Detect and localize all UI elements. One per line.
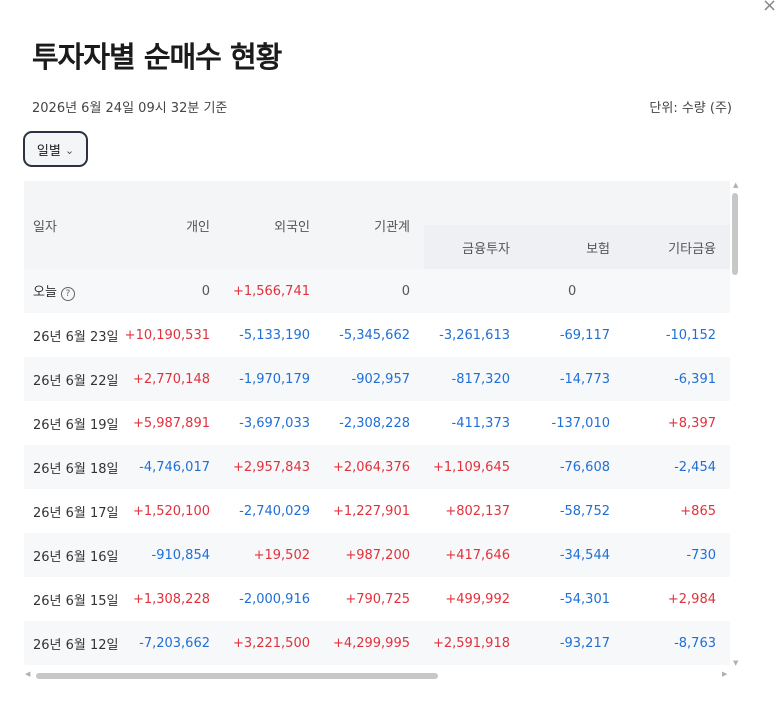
investor-net-buy-table: 일자 개인 외국인 기관계 금융투자 보험 기타금융 오늘? 0 +1,566,… (24, 181, 730, 665)
cell-foreign: -2,740,029 (239, 503, 310, 519)
today-institution: 0 (324, 269, 424, 313)
cell-other-finance: +8,397 (667, 415, 716, 431)
cell-financial-investment: -3,261,613 (439, 327, 510, 343)
help-circle-icon[interactable]: ? (60, 287, 75, 301)
scroll-right-arrow-icon[interactable]: ▶ (722, 671, 727, 678)
cell-individual: +5,987,891 (132, 415, 210, 431)
col-header-institution: 기관계 (324, 181, 424, 269)
cell-other-finance: -730 (624, 533, 730, 577)
timestamp-text: 2026년 6월 24일 09시 32분 기준 (32, 101, 228, 116)
cell-date: 26년 6월 17일 (33, 505, 119, 521)
table-row-today: 오늘? 0 +1,566,741 0 0 (24, 269, 730, 313)
cell-other-finance: -6,391 (624, 357, 730, 401)
cell-other-finance: +2,984 (667, 591, 716, 607)
cell-institution: +987,200 (324, 533, 424, 577)
vertical-scrollbar-thumb[interactable] (732, 193, 738, 275)
close-icon[interactable]: × (762, 0, 776, 15)
scroll-left-arrow-icon[interactable]: ◀ (25, 671, 30, 678)
cell-financial-investment: +2,591,918 (424, 621, 524, 665)
table-row: 26년 6월 23일 +10,190,531 -5,133,190 -5,345,66… (24, 313, 730, 357)
cell-individual: +10,190,531 (124, 327, 210, 343)
cell-date: 26년 6월 18일 (24, 445, 124, 489)
cell-institution: -2,308,228 (339, 415, 410, 431)
table-row: 26년 6월 12일 -7,203,662 +3,221,500 +4,299,995… (24, 621, 730, 665)
table-row: 26년 6월 19일 +5,987,891 -3,697,033 -2,308,228… (24, 401, 730, 445)
page-title: 투자자별 순매수 현황 (32, 40, 282, 74)
table-row: 26년 6월 17일 +1,520,100 -2,740,029 +1,227,901… (24, 489, 730, 533)
cell-date: 26년 6월 23일 (33, 329, 119, 345)
today-foreign: +1,566,741 (224, 269, 324, 313)
cell-financial-investment: -817,320 (424, 357, 524, 401)
col-header-individual: 개인 (124, 181, 224, 269)
period-dropdown-label: 일별 (36, 143, 61, 159)
cell-financial-investment: +1,109,645 (424, 445, 524, 489)
cell-institution: +1,227,901 (332, 503, 410, 519)
cell-foreign: +2,957,843 (224, 445, 324, 489)
cell-insurance: -54,301 (559, 591, 610, 607)
cell-date: 26년 6월 16일 (24, 533, 124, 577)
col-header-other-finance: 기타금융 (624, 225, 730, 269)
today-individual: 0 (124, 269, 224, 313)
cell-insurance: -14,773 (524, 357, 624, 401)
col-header-date: 일자 (24, 181, 124, 269)
cell-date: 26년 6월 19일 (33, 417, 119, 433)
cell-financial-investment: +802,137 (445, 503, 510, 519)
horizontal-scrollbar-thumb[interactable] (36, 673, 438, 679)
cell-date: 26년 6월 15일 (33, 593, 119, 609)
cell-insurance: -76,608 (524, 445, 624, 489)
col-header-financial-investment: 금융투자 (424, 225, 524, 269)
cell-foreign: -2,000,916 (239, 591, 310, 607)
cell-foreign: -1,970,179 (224, 357, 324, 401)
cell-date: 26년 6월 22일 (24, 357, 124, 401)
period-dropdown[interactable]: 일별 ⌄ (23, 131, 88, 167)
cell-individual: +1,308,228 (132, 591, 210, 607)
cell-insurance: -69,117 (559, 327, 610, 343)
col-header-foreign: 외국인 (224, 181, 324, 269)
cell-institution: -5,345,662 (339, 327, 410, 343)
scroll-up-arrow-icon[interactable]: ▲ (733, 182, 738, 189)
unit-text: 단위: 수량 (주) (649, 101, 732, 116)
cell-financial-investment: +499,992 (445, 591, 510, 607)
cell-date: 26년 6월 12일 (24, 621, 124, 665)
investor-table-container[interactable]: 일자 개인 외국인 기관계 금융투자 보험 기타금융 오늘? 0 +1,566,… (24, 181, 730, 665)
cell-individual: -7,203,662 (124, 621, 224, 665)
today-label-cell: 오늘? (24, 269, 124, 313)
cell-other-finance: -10,152 (665, 327, 716, 343)
table-row: 26년 6월 16일 -910,854 +19,502 +987,200 +417,64… (24, 533, 730, 577)
cell-individual: +1,520,100 (132, 503, 210, 519)
cell-financial-investment: +417,646 (424, 533, 524, 577)
table-row: 26년 6월 15일 +1,308,228 -2,000,916 +790,725 +4… (24, 577, 730, 621)
cell-foreign: +3,221,500 (224, 621, 324, 665)
table-row: 26년 6월 18일 -4,746,017 +2,957,843 +2,064,376… (24, 445, 730, 489)
cell-insurance: -58,752 (559, 503, 610, 519)
institution-subgroup-header (424, 181, 730, 225)
cell-institution: +790,725 (345, 591, 410, 607)
cell-individual: -910,854 (124, 533, 224, 577)
cell-foreign: -5,133,190 (239, 327, 310, 343)
today-subtotal: 0 (424, 269, 730, 313)
cell-other-finance: -2,454 (624, 445, 730, 489)
scroll-down-arrow-icon[interactable]: ▼ (733, 660, 738, 667)
cell-institution: +2,064,376 (324, 445, 424, 489)
today-label: 오늘 (33, 285, 57, 300)
cell-financial-investment: -411,373 (451, 415, 510, 431)
cell-institution: -902,957 (324, 357, 424, 401)
cell-foreign: -3,697,033 (239, 415, 310, 431)
cell-individual: -4,746,017 (124, 445, 224, 489)
col-header-insurance: 보험 (524, 225, 624, 269)
cell-insurance: -137,010 (551, 415, 610, 431)
cell-foreign: +19,502 (224, 533, 324, 577)
cell-insurance: -34,544 (524, 533, 624, 577)
cell-individual: +2,770,148 (124, 357, 224, 401)
cell-other-finance: -8,763 (624, 621, 730, 665)
table-row: 26년 6월 22일 +2,770,148 -1,970,179 -902,957 -8… (24, 357, 730, 401)
cell-other-finance: +865 (680, 503, 716, 519)
cell-institution: +4,299,995 (324, 621, 424, 665)
chevron-down-icon: ⌄ (64, 143, 75, 157)
cell-insurance: -93,217 (524, 621, 624, 665)
